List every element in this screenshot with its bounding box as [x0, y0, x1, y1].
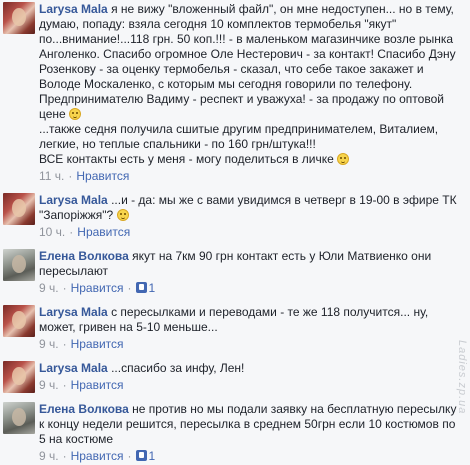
comment-meta: 11 ч. · Нравится — [39, 169, 130, 183]
comment-meta: 9 ч. · Нравится · 1 — [39, 281, 156, 295]
comment-meta: 9 ч. · Нравится · 1 — [39, 449, 156, 463]
like-count[interactable]: 1 — [149, 449, 156, 463]
comment: Larysa Mala ...спасибо за инфу, Лен! 9 ч… — [0, 361, 470, 393]
avatar[interactable] — [3, 361, 35, 393]
comment-author[interactable]: Larysa Mala — [39, 193, 108, 207]
comment-text: я не вижу "вложенный файл", он мне недос… — [39, 2, 456, 121]
comment-author[interactable]: Елена Волкова — [39, 402, 129, 416]
like-link[interactable]: Нравится — [71, 337, 124, 351]
avatar[interactable] — [3, 305, 35, 337]
comment: Larysa Mala с пересылками и переводами -… — [0, 305, 470, 352]
like-link[interactable]: Нравится — [77, 225, 130, 239]
avatar[interactable] — [3, 249, 35, 281]
comment-body: Larysa Mala я не вижу "вложенный файл", … — [39, 2, 470, 167]
comment-body: Larysa Mala с пересылками и переводами -… — [39, 305, 470, 335]
comment-time[interactable]: 9 ч. — [39, 337, 59, 351]
comment: Елена Волкова не против но мы подали зая… — [0, 402, 470, 464]
watermark: Ladies.zp.ua — [456, 340, 468, 415]
comment-author[interactable]: Елена Волкова — [39, 249, 129, 263]
comment-body: Larysa Mala ...и - да: мы же с вами увид… — [39, 193, 470, 223]
comment-time[interactable]: 9 ч. — [39, 378, 59, 392]
avatar[interactable] — [3, 193, 35, 225]
comment-author[interactable]: Larysa Mala — [39, 2, 108, 16]
comment-body: Larysa Mala ...спасибо за инфу, Лен! — [39, 361, 470, 376]
comment: Larysa Mala ...и - да: мы же с вами увид… — [0, 193, 470, 240]
comment-time[interactable]: 9 ч. — [39, 449, 59, 463]
comment-time[interactable]: 10 ч. — [39, 225, 65, 239]
comment-text: ...также седня получила сшитые другим пр… — [39, 122, 439, 151]
thumbs-up-icon — [135, 450, 147, 461]
comment-body: Елена Волкова не против но мы подали зая… — [39, 402, 470, 447]
smile-emoji-icon — [69, 108, 82, 120]
smile-emoji-icon — [116, 209, 129, 221]
like-link[interactable]: Нравится — [71, 449, 124, 463]
like-link[interactable]: Нравится — [76, 169, 129, 183]
comment-thread: Larysa Mala я не вижу "вложенный файл", … — [0, 0, 470, 464]
comment-body: Елена Волкова якут на 7км 90 грн контакт… — [39, 249, 470, 279]
thumbs-up-icon — [135, 282, 147, 293]
avatar[interactable] — [3, 402, 35, 434]
comment-meta: 9 ч. · Нравится — [39, 378, 124, 392]
like-link[interactable]: Нравится — [71, 378, 124, 392]
avatar[interactable] — [3, 2, 35, 34]
comment-text: ВСЕ контакты есть у меня - могу поделить… — [39, 152, 334, 166]
comment-author[interactable]: Larysa Mala — [39, 361, 108, 375]
comment-text: ...спасибо за инфу, Лен! — [111, 361, 245, 375]
comment-time[interactable]: 11 ч. — [39, 169, 64, 183]
comment: Елена Волкова якут на 7км 90 грн контакт… — [0, 249, 470, 296]
like-link[interactable]: Нравится — [71, 281, 124, 295]
comment-author[interactable]: Larysa Mala — [39, 305, 108, 319]
comment-time[interactable]: 9 ч. — [39, 281, 59, 295]
comment-meta: 9 ч. · Нравится — [39, 337, 124, 351]
smile-emoji-icon — [337, 153, 350, 165]
like-count[interactable]: 1 — [149, 281, 156, 295]
comment: Larysa Mala я не вижу "вложенный файл", … — [0, 2, 470, 184]
comment-meta: 10 ч. · Нравится — [39, 225, 131, 239]
